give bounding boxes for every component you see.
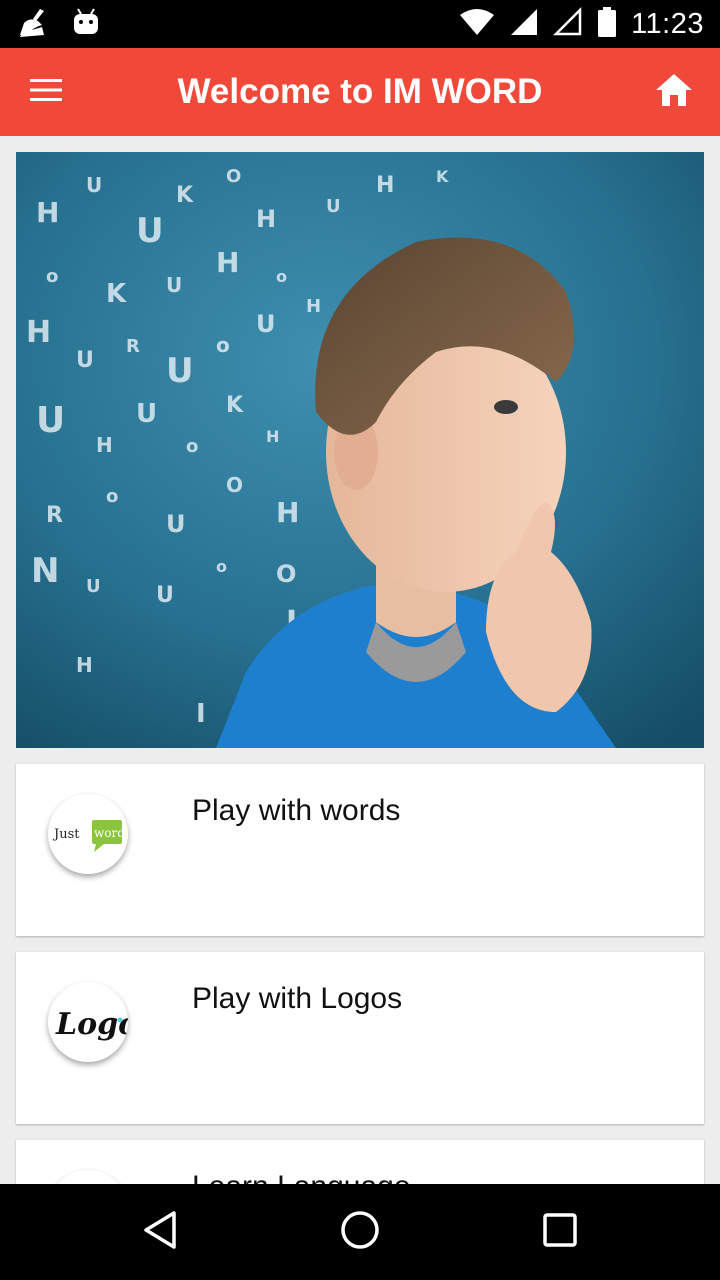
menu-card-play-with-words[interactable]: Just words Play with words — [16, 764, 704, 936]
svg-text:U: U — [136, 399, 157, 429]
svg-text:U: U — [76, 348, 94, 373]
svg-text:K: K — [436, 167, 449, 186]
recents-square-icon — [542, 1212, 578, 1252]
just-words-logo-text-just: Just — [52, 827, 80, 842]
status-bar: 11:23 — [0, 0, 720, 48]
svg-text:o: o — [186, 436, 198, 457]
svg-text:H: H — [276, 496, 299, 529]
svg-text:R: R — [126, 336, 140, 357]
svg-text:U: U — [86, 576, 101, 597]
signal-empty-icon — [553, 6, 583, 41]
svg-text:o: o — [276, 267, 287, 286]
svg-text:K: K — [176, 183, 194, 208]
svg-text:H: H — [96, 433, 113, 457]
svg-text:U: U — [166, 351, 194, 391]
home-circle-icon — [340, 1210, 380, 1254]
svg-text:H: H — [306, 296, 321, 317]
nav-home-button[interactable] — [330, 1202, 390, 1262]
menu-card-play-with-logos[interactable]: Logo Play with Logos — [16, 952, 704, 1124]
svg-text:U: U — [156, 583, 174, 608]
svg-text:H: H — [36, 196, 59, 229]
svg-text:O: O — [226, 166, 241, 187]
status-notification-icons — [18, 6, 100, 42]
svg-text:o: o — [46, 266, 58, 287]
menu-card-learn-language[interactable]: Learn Language — [16, 1140, 704, 1184]
svg-text:U: U — [326, 196, 341, 217]
menu-card-label: Play with words — [192, 794, 401, 827]
home-icon — [655, 73, 693, 111]
svg-text:K: K — [226, 393, 244, 418]
home-button[interactable] — [644, 62, 704, 122]
svg-text:U: U — [166, 510, 186, 538]
just-words-logo-text-words: words — [94, 826, 128, 840]
svg-text:U: U — [36, 400, 65, 441]
language-icon — [48, 1170, 128, 1184]
status-time: 11:23 — [631, 7, 704, 40]
nav-back-button[interactable] — [130, 1202, 190, 1262]
main-content[interactable]: H U U K O H o K U H o H U R U o U H U H — [0, 136, 720, 1184]
svg-text:K: K — [106, 279, 127, 309]
svg-text:H: H — [266, 427, 279, 446]
app-bar: Welcome to IM WORD — [0, 48, 720, 136]
just-words-logo-icon: Just words — [48, 794, 128, 874]
wifi-icon — [459, 8, 495, 40]
status-system-icons: 11:23 — [459, 6, 704, 42]
svg-text:H: H — [26, 315, 51, 350]
signal-full-icon — [509, 7, 539, 41]
svg-text:U: U — [166, 273, 182, 297]
svg-text:O: O — [276, 560, 296, 588]
svg-text:o: o — [106, 486, 118, 507]
svg-text:U: U — [136, 211, 164, 251]
battery-icon — [597, 7, 617, 41]
system-nav-bar — [0, 1184, 720, 1280]
nav-recents-button[interactable] — [530, 1202, 590, 1262]
svg-text:U: U — [86, 173, 102, 197]
logo-script-text: Logo — [55, 1007, 128, 1042]
menu-card-label: Play with Logos — [192, 982, 403, 1015]
android-robot-icon — [72, 7, 100, 41]
menu-button[interactable] — [16, 62, 76, 122]
hamburger-menu-icon — [30, 78, 62, 106]
svg-text:I: I — [196, 699, 206, 729]
svg-text:o: o — [216, 333, 230, 357]
svg-text:O: O — [226, 473, 243, 497]
cleaner-broom-icon — [18, 7, 52, 41]
logo-script-icon: Logo — [48, 982, 128, 1062]
svg-text:H: H — [376, 173, 394, 198]
menu-card-label: Learn Language — [192, 1170, 411, 1184]
svg-text:U: U — [256, 310, 276, 338]
back-triangle-icon — [142, 1210, 178, 1254]
svg-text:H: H — [216, 246, 239, 279]
hero-image: H U U K O H o K U H o H U R U o U H U H — [16, 152, 704, 748]
page-title: Welcome to IM WORD — [177, 72, 543, 111]
svg-text:H: H — [76, 653, 93, 677]
svg-text:R: R — [46, 503, 63, 528]
svg-text:N: N — [31, 551, 59, 591]
svg-text:o: o — [216, 557, 227, 576]
svg-text:H: H — [256, 205, 276, 233]
